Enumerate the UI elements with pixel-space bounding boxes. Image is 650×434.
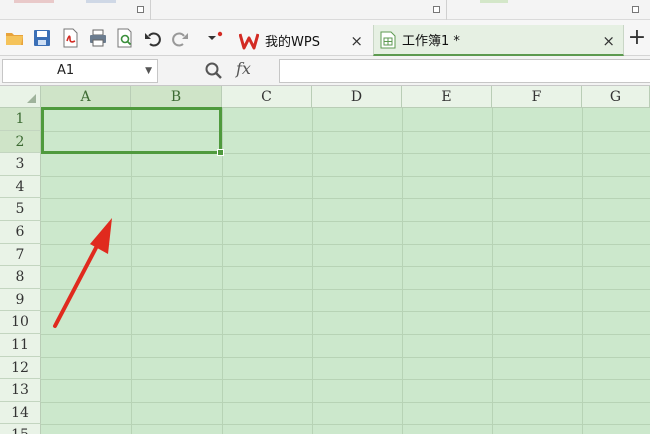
- print-preview-icon[interactable]: [114, 27, 136, 49]
- row-header[interactable]: 15: [0, 424, 41, 434]
- wps-logo-icon: [239, 32, 259, 50]
- row-header[interactable]: 13: [0, 379, 41, 402]
- column-header-b[interactable]: B: [131, 86, 222, 108]
- column-header-f[interactable]: F: [492, 86, 582, 108]
- gridline: [41, 401, 650, 403]
- gridline: [131, 108, 132, 434]
- ribbon-edge: [0, 0, 650, 20]
- gridline: [41, 288, 650, 290]
- formula-bar: A1 ▼ fx: [0, 56, 650, 86]
- group-expand-icon[interactable]: [137, 6, 144, 13]
- gridline: [402, 108, 403, 434]
- row-header[interactable]: 3: [0, 153, 41, 176]
- column-header-e[interactable]: E: [402, 86, 492, 108]
- annotation-arrow-icon: [53, 218, 112, 328]
- row-header[interactable]: 1: [0, 108, 41, 131]
- column-header-g[interactable]: G: [582, 86, 650, 108]
- gridline: [492, 108, 493, 434]
- tab-label: 我的WPS: [265, 35, 320, 50]
- row-header[interactable]: 12: [0, 356, 41, 380]
- undo-icon[interactable]: [142, 27, 164, 49]
- spreadsheet-grid[interactable]: A B C D E F G 1 2 3 4 5 6 7 8 9 10 11 12…: [0, 86, 650, 434]
- close-icon[interactable]: ×: [602, 32, 615, 50]
- gridline: [41, 266, 650, 268]
- row-header[interactable]: 6: [0, 221, 41, 244]
- gridline: [41, 221, 650, 222]
- row-header[interactable]: 5: [0, 198, 41, 221]
- row-header[interactable]: 10: [0, 311, 41, 334]
- export-pdf-icon[interactable]: [59, 27, 81, 49]
- column-header-d[interactable]: D: [312, 86, 402, 108]
- row-header[interactable]: 11: [0, 334, 41, 357]
- tab-my-wps[interactable]: 我的WPS ×: [233, 25, 371, 56]
- tab-label: 工作簿1 *: [402, 34, 460, 49]
- gridline: [41, 175, 650, 177]
- column-header-a[interactable]: A: [41, 86, 131, 108]
- save-icon[interactable]: [31, 27, 53, 49]
- gridline: [41, 198, 650, 200]
- ribbon-separator: [446, 0, 447, 20]
- row-header[interactable]: 14: [0, 401, 41, 425]
- row-header[interactable]: 4: [0, 175, 41, 199]
- zoom-search-icon[interactable]: [204, 61, 224, 81]
- new-tab-button[interactable]: +: [626, 27, 648, 50]
- name-box-value: A1: [57, 63, 75, 78]
- gridline: [41, 356, 650, 358]
- chevron-down-icon[interactable]: ▼: [145, 66, 152, 76]
- ribbon-separator: [150, 0, 151, 20]
- gridline: [312, 108, 313, 434]
- spreadsheet-doc-icon: [380, 31, 396, 49]
- gridline: [41, 243, 650, 245]
- ribbon-fragment: [14, 0, 54, 3]
- row-header[interactable]: 2: [0, 130, 41, 154]
- ribbon-fragment: [480, 0, 508, 3]
- print-icon[interactable]: [87, 27, 109, 49]
- gridline: [41, 424, 650, 426]
- select-all-button[interactable]: [0, 86, 41, 108]
- redo-icon[interactable]: [169, 27, 191, 49]
- open-folder-icon[interactable]: [4, 27, 26, 49]
- quick-access-toolbar: 我的WPS × 工作簿1 * × +: [0, 20, 650, 56]
- column-header-c[interactable]: C: [222, 86, 312, 108]
- tab-workbook[interactable]: 工作簿1 * ×: [373, 25, 624, 56]
- fill-handle[interactable]: [217, 149, 224, 156]
- ribbon-fragment: [86, 0, 116, 3]
- row-header[interactable]: 7: [0, 243, 41, 267]
- group-expand-icon[interactable]: [433, 6, 440, 13]
- group-expand-icon[interactable]: [632, 6, 639, 13]
- row-header[interactable]: 9: [0, 288, 41, 312]
- formula-input[interactable]: [279, 59, 650, 83]
- gridline: [41, 311, 650, 313]
- row-header[interactable]: 8: [0, 266, 41, 289]
- gridline: [41, 334, 650, 335]
- gridline: [41, 379, 650, 381]
- gridline: [582, 108, 583, 434]
- close-icon[interactable]: ×: [350, 32, 363, 50]
- name-box[interactable]: A1 ▼: [2, 59, 158, 83]
- customize-dropdown-icon[interactable]: [204, 27, 226, 49]
- gridline: [222, 108, 223, 434]
- insert-function-button[interactable]: fx: [236, 59, 251, 78]
